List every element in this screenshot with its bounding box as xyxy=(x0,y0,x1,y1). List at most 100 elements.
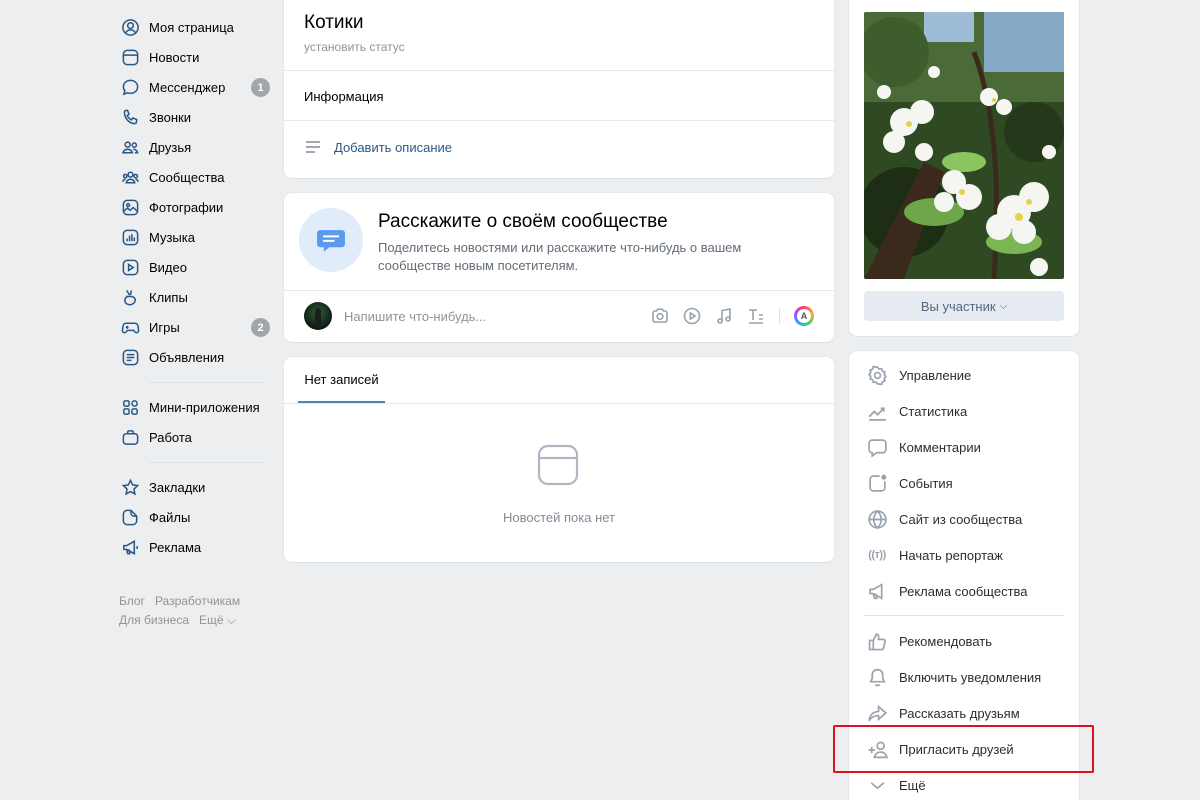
photo-icon xyxy=(120,197,140,217)
globe-icon xyxy=(866,508,888,530)
music-note-icon[interactable] xyxy=(713,305,735,327)
menu-item-comments[interactable]: Комментарии xyxy=(849,429,1079,465)
menu-item-label: Ещё xyxy=(899,777,926,793)
info-heading: Информация xyxy=(304,89,384,104)
apps-grid-icon xyxy=(120,397,140,417)
nav-item-label: Видео xyxy=(149,259,187,275)
composer-tools: A xyxy=(639,305,814,327)
nav-item-label: Мини-приложения xyxy=(149,399,260,415)
promo-title: Расскажите о своём сообществе xyxy=(378,211,668,232)
menu-item-label: Пригласить друзей xyxy=(899,741,1014,757)
play-video-icon[interactable] xyxy=(681,305,703,327)
nav-item-video[interactable]: Видео xyxy=(110,252,275,282)
chat-bubble-icon xyxy=(299,208,363,272)
nav-item-news[interactable]: Новости xyxy=(110,42,275,72)
nav-item-label: Звонки xyxy=(149,109,191,125)
footer-link-business[interactable]: Для бизнеса xyxy=(119,613,189,627)
tab-no-posts[interactable]: Нет записей xyxy=(298,357,385,403)
menu-item-community-ads[interactable]: Реклама сообщества xyxy=(849,573,1079,609)
group-title: Котики xyxy=(304,12,364,33)
nav-item-label: Новости xyxy=(149,49,200,65)
menu-item-notifications[interactable]: Включить уведомления xyxy=(849,659,1079,695)
ai-letter: A xyxy=(797,309,811,323)
nav-item-label: Музыка xyxy=(149,229,195,245)
message-icon xyxy=(120,77,140,97)
friends-icon xyxy=(120,137,140,157)
star-icon xyxy=(120,477,140,497)
footer-link-blog[interactable]: Блог xyxy=(119,594,145,608)
menu-item-label: Реклама сообщества xyxy=(899,583,1028,599)
menu-item-label: Сайт из сообщества xyxy=(899,511,1023,527)
menu-item-label: Комментарии xyxy=(899,439,981,455)
menu-item-statistics[interactable]: Статистика xyxy=(849,393,1079,429)
nav-item-bookmarks[interactable]: Закладки xyxy=(110,472,275,502)
divider xyxy=(284,290,834,291)
nav-item-label: Объявления xyxy=(149,349,225,365)
nav-item-label: Игры xyxy=(149,319,180,335)
divider xyxy=(284,120,834,121)
video-icon xyxy=(120,257,140,277)
nav-item-advertising[interactable]: Реклама xyxy=(110,532,275,562)
menu-item-events[interactable]: События xyxy=(849,465,1079,501)
ai-assistant-icon[interactable]: A xyxy=(794,306,814,326)
nav-item-clips[interactable]: Клипы xyxy=(110,282,275,312)
nav-item-my-page[interactable]: Моя страница xyxy=(110,12,275,42)
nav-item-friends[interactable]: Друзья xyxy=(110,132,275,162)
community-actions-card: Управление Статистика Комментарии Событи… xyxy=(849,351,1079,800)
broadcast-icon-text: ((т)) xyxy=(868,549,886,561)
text-format-icon[interactable] xyxy=(745,305,767,327)
nav-item-mini-apps[interactable]: Мини-приложения xyxy=(110,392,275,422)
nav-item-files[interactable]: Файлы xyxy=(110,502,275,532)
news-icon xyxy=(120,47,140,67)
nav-item-photos[interactable]: Фотографии xyxy=(110,192,275,222)
nav-item-games[interactable]: Игры 2 xyxy=(110,312,275,342)
member-status-label: Вы участник xyxy=(920,298,996,314)
post-input[interactable]: Напишите что-нибудь... xyxy=(344,309,639,324)
add-description-label: Добавить описание xyxy=(334,139,452,155)
footer-link-developers[interactable]: Разработчикам xyxy=(155,594,240,608)
left-navigation: Моя страница Новости Мессенджер 1 Звонки… xyxy=(110,12,275,630)
menu-item-manage[interactable]: Управление xyxy=(849,357,1079,393)
gamepad-icon xyxy=(120,317,140,337)
group-cover-photo[interactable] xyxy=(864,12,1064,279)
community-actions-menu: Управление Статистика Комментарии Событи… xyxy=(849,357,1079,800)
menu-item-label: Рекомендовать xyxy=(899,633,992,649)
nav-item-communities[interactable]: Сообщества xyxy=(110,162,275,192)
menu-item-share[interactable]: Рассказать друзьям xyxy=(849,695,1079,731)
menu-item-label: Начать репортаж xyxy=(899,547,1003,563)
avatar[interactable] xyxy=(304,302,332,330)
menu-item-invite-friends[interactable]: Пригласить друзей xyxy=(849,731,1079,767)
nav-item-calls[interactable]: Звонки xyxy=(110,102,275,132)
menu-item-label: События xyxy=(899,475,953,491)
broadcast-icon: ((т)) xyxy=(866,544,888,566)
menu-item-more[interactable]: Ещё xyxy=(849,767,1079,800)
footer-links: Блог Разработчикам Для бизнеса Ещё ⌵ xyxy=(110,592,275,630)
nav-item-label: Сообщества xyxy=(149,169,225,185)
group-header-card: Котики установить статус Информация Доба… xyxy=(284,0,834,178)
file-icon xyxy=(120,507,140,527)
nav-item-label: Реклама xyxy=(149,539,202,555)
megaphone-icon xyxy=(120,537,140,557)
megaphone-icon xyxy=(866,580,888,602)
menu-item-label: Рассказать друзьям xyxy=(899,705,1020,721)
nav-item-label: Файлы xyxy=(149,509,191,525)
add-description-button[interactable]: Добавить описание xyxy=(304,138,452,156)
music-icon xyxy=(120,227,140,247)
empty-state-text: Новостей пока нет xyxy=(502,510,616,525)
event-icon xyxy=(866,472,888,494)
member-status-button[interactable]: Вы участник ⌵ xyxy=(864,291,1064,321)
nav-item-music[interactable]: Музыка xyxy=(110,222,275,252)
nav-item-messenger[interactable]: Мессенджер 1 xyxy=(110,72,275,102)
community-promo-card: Расскажите о своём сообществе Поделитесь… xyxy=(284,193,834,342)
menu-item-website[interactable]: Сайт из сообщества xyxy=(849,501,1079,537)
phone-icon xyxy=(120,107,140,127)
nav-item-classifieds[interactable]: Объявления xyxy=(110,342,275,372)
footer-link-more[interactable]: Ещё ⌵ xyxy=(199,613,236,627)
menu-item-recommend[interactable]: Рекомендовать xyxy=(849,623,1079,659)
camera-icon[interactable] xyxy=(649,305,671,327)
nav-item-label: Фотографии xyxy=(149,199,224,215)
set-status-link[interactable]: установить статус xyxy=(304,40,405,54)
menu-item-start-broadcast[interactable]: ((т)) Начать репортаж xyxy=(849,537,1079,573)
messenger-badge: 1 xyxy=(251,78,270,97)
nav-item-work[interactable]: Работа xyxy=(110,422,275,452)
